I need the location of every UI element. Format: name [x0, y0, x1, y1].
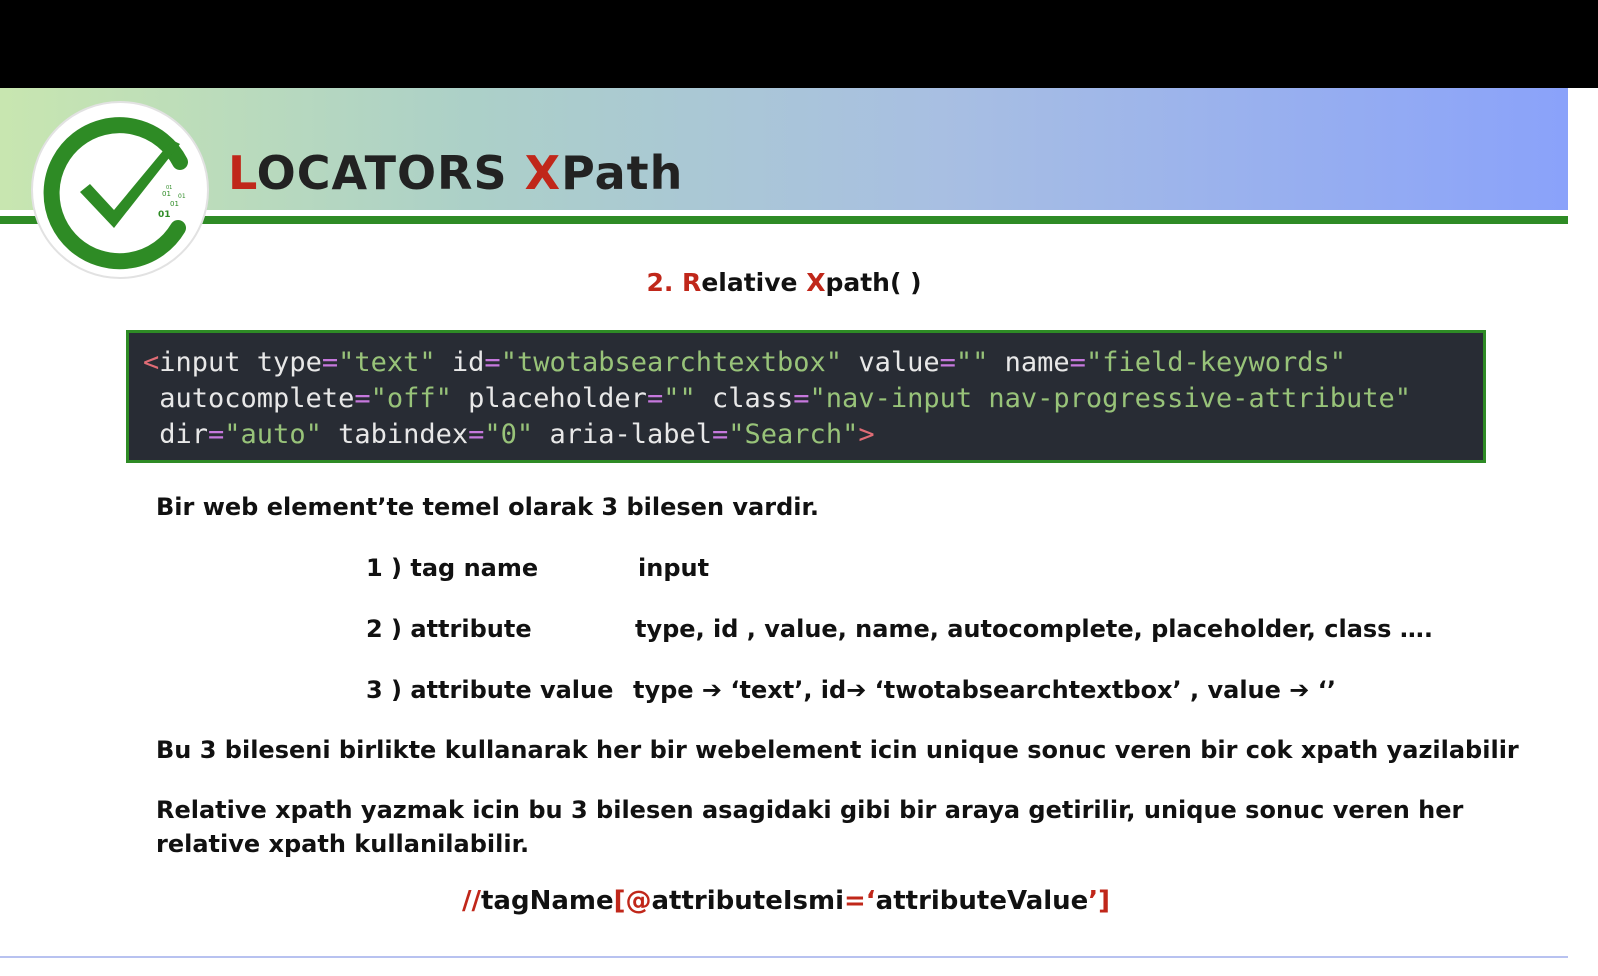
slide: 01 01 01 01 01 LOCATORS XPath 2. Relativ… [0, 88, 1568, 956]
code-eq: = [208, 419, 225, 450]
code-eq: = [793, 383, 810, 414]
intro-text: Bir web element’te temel olarak 3 bilese… [156, 493, 819, 521]
logo-digits-3: 01 [170, 200, 179, 208]
bottom-edge [0, 956, 1568, 976]
code-eq: = [646, 383, 664, 414]
code-attr: autocomplete [143, 383, 355, 414]
paragraph-2-line-2: relative xpath kullanilabilir. [156, 830, 530, 858]
code-attr: placeholder [451, 383, 647, 414]
paragraph-1: Bu 3 bileseni birlikte kullanarak her bi… [156, 736, 1519, 764]
subtitle-path: path( ) [825, 268, 922, 297]
formula-slashes: // [462, 886, 481, 916]
code-close-bracket: > [858, 419, 875, 450]
section-subtitle: 2. Relative Xpath( ) [0, 268, 1568, 297]
title-letter-x: X [524, 146, 562, 200]
video-top-bar [0, 0, 1598, 88]
title-letter-l: L [228, 146, 257, 200]
formula-close: ’] [1088, 886, 1111, 916]
code-eq: = [1069, 347, 1086, 378]
component-1-value: input [638, 554, 710, 582]
xpath-formula: //tagName[@attributeIsmi=‘attributeValue… [462, 886, 1110, 916]
logo-digits-2: 01 [178, 193, 186, 200]
subtitle-number: 2. [646, 268, 683, 297]
right-edge [1568, 88, 1598, 976]
code-tag: input [159, 347, 241, 378]
code-value: "Search" [728, 419, 859, 450]
title-path: Path [561, 146, 684, 200]
code-snippet: <input type="text" id="twotabsearchtextb… [126, 330, 1486, 463]
header-divider-green [0, 216, 1568, 224]
component-3-value: type ➔ ‘text’, id➔ ‘twotabsearchtextbox’… [633, 676, 1336, 704]
code-value: "" [955, 347, 989, 378]
formula-attr: attributeIsmi [651, 886, 844, 916]
code-eq: = [939, 347, 956, 378]
code-attr: aria-label [533, 419, 713, 450]
code-attr: value [842, 347, 940, 378]
code-attr: id [435, 347, 485, 378]
code-value: "twotabsearchtextbox" [500, 347, 843, 378]
component-3-label: 3 ) attribute value [366, 676, 614, 704]
code-value: "off" [370, 383, 452, 414]
code-attr: dir [143, 419, 209, 450]
header-divider-white-lower [0, 224, 1568, 232]
component-2-label: 2 ) attribute [366, 615, 532, 643]
code-attr: type [240, 347, 322, 378]
code-value: "field-keywords" [1085, 347, 1347, 378]
code-open-bracket: < [143, 347, 160, 378]
formula-eq: =‘ [844, 886, 876, 916]
subtitle-elative: elative [701, 268, 807, 297]
code-value: "auto" [224, 419, 322, 450]
code-eq: = [484, 347, 501, 378]
formula-open: [@ [613, 886, 652, 916]
component-2-value: type, id , value, name, autocomplete, pl… [635, 615, 1433, 643]
code-attr: name [988, 347, 1070, 378]
code-line-1: <input type="text" id="twotabsearchtextb… [143, 345, 1346, 381]
code-value: "text" [338, 347, 436, 378]
logo-digits-1: 01 [162, 190, 171, 198]
code-eq: = [712, 419, 729, 450]
code-eq: = [468, 419, 485, 450]
code-value: "" [663, 383, 696, 414]
subtitle-letter-x: X [806, 268, 826, 297]
component-1-label: 1 ) tag name [366, 554, 539, 582]
formula-tag: tagName [481, 886, 614, 916]
paragraph-2-line-1: Relative xpath yazmak icin bu 3 bilesen … [156, 796, 1464, 824]
page-title: LOCATORS XPath [228, 146, 683, 200]
code-line-2: autocomplete="off" placeholder="" class=… [143, 381, 1411, 417]
code-value: "nav-input nav-progressive-attribute" [809, 383, 1411, 414]
formula-value: attributeValue [875, 886, 1089, 916]
subtitle-letter-r: R [682, 268, 702, 297]
code-line-3: dir="auto" tabindex="0" aria-label="Sear… [143, 417, 875, 453]
code-eq: = [321, 347, 339, 378]
code-attr: tabindex [321, 419, 469, 450]
code-value: "0" [484, 419, 534, 450]
logo-digits-4: 01 [158, 210, 171, 220]
title-locators: OCATORS [256, 146, 525, 200]
logo-digits-5: 01 [166, 185, 172, 191]
code-eq: = [354, 383, 371, 414]
code-attr: class [695, 383, 794, 414]
checkmark-logo-icon: 01 01 01 01 01 [31, 101, 209, 279]
